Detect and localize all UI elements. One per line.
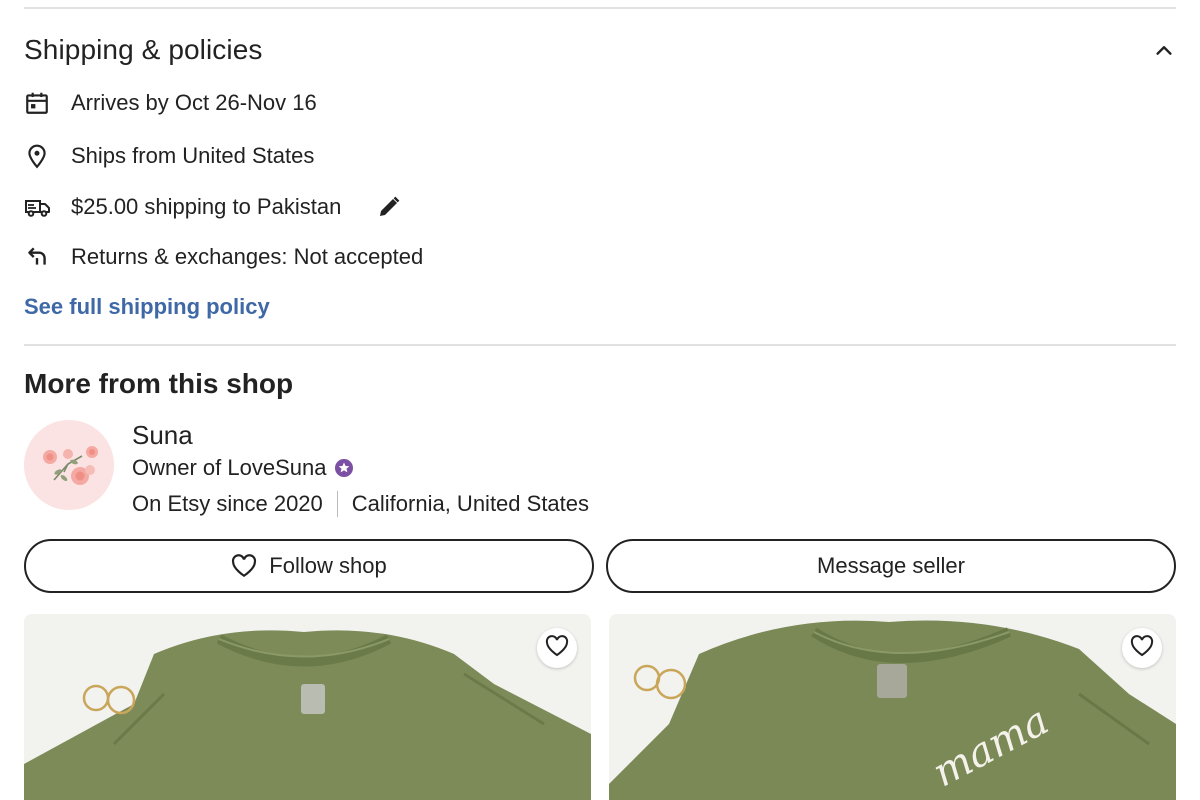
ships-from-row: Ships from United States xyxy=(24,139,314,173)
full-shipping-policy-link[interactable]: See full shipping policy xyxy=(24,294,270,320)
shop-location-text: California, United States xyxy=(351,491,590,516)
follow-shop-button[interactable]: Follow shop xyxy=(24,539,594,593)
shipping-section-title: Shipping & policies xyxy=(24,34,263,65)
product-image xyxy=(609,614,1176,800)
calendar-icon xyxy=(24,88,54,118)
shipping-section-toggle[interactable]: Shipping & policies xyxy=(24,28,1176,72)
section-divider xyxy=(24,344,1176,346)
product-card[interactable] xyxy=(24,614,591,800)
return-arrow-icon xyxy=(24,242,54,272)
delivery-truck-icon xyxy=(24,192,54,222)
arrival-row: Arrives by Oct 26-Nov 16 xyxy=(24,86,317,120)
location-pin-icon xyxy=(24,141,54,171)
owner-role-line: Owner of LoveSuna xyxy=(132,455,354,481)
heart-outline-icon xyxy=(545,634,569,662)
edit-pencil-icon[interactable] xyxy=(375,193,403,221)
product-card[interactable]: mama xyxy=(609,614,1176,800)
shipping-cost-row: $25.00 shipping to Pakistan xyxy=(24,190,403,224)
shop-owner-avatar[interactable] xyxy=(24,420,114,510)
ships-from-text: Ships from United States xyxy=(71,143,315,168)
shipping-cost-text: $25.00 shipping to Pakistan xyxy=(71,194,342,219)
owner-role-text[interactable]: Owner of LoveSuna xyxy=(132,455,326,481)
message-seller-label: Message seller xyxy=(817,553,965,578)
top-divider xyxy=(24,7,1176,9)
returns-row: Returns & exchanges: Not accepted xyxy=(24,240,423,274)
follow-shop-label: Follow shop xyxy=(269,553,387,578)
more-from-shop-title: More from this shop xyxy=(24,368,294,399)
chevron-up-icon[interactable] xyxy=(1152,38,1176,62)
message-seller-button[interactable]: Message seller xyxy=(606,539,1176,593)
heart-outline-icon xyxy=(231,554,257,578)
arrival-text: Arrives by Oct 26-Nov 16 xyxy=(71,90,317,115)
star-seller-badge-icon xyxy=(334,458,354,478)
product-image xyxy=(24,614,591,800)
returns-text: Returns & exchanges: Not accepted xyxy=(71,244,424,269)
favorite-button[interactable] xyxy=(537,628,577,668)
heart-outline-icon xyxy=(1130,634,1154,662)
meta-separator xyxy=(336,491,338,517)
favorite-button[interactable] xyxy=(1122,628,1162,668)
on-etsy-since-text: On Etsy since 2020 xyxy=(132,491,323,516)
owner-name[interactable]: Suna xyxy=(132,420,193,451)
owner-meta-line: On Etsy since 2020 California, United St… xyxy=(132,491,589,517)
